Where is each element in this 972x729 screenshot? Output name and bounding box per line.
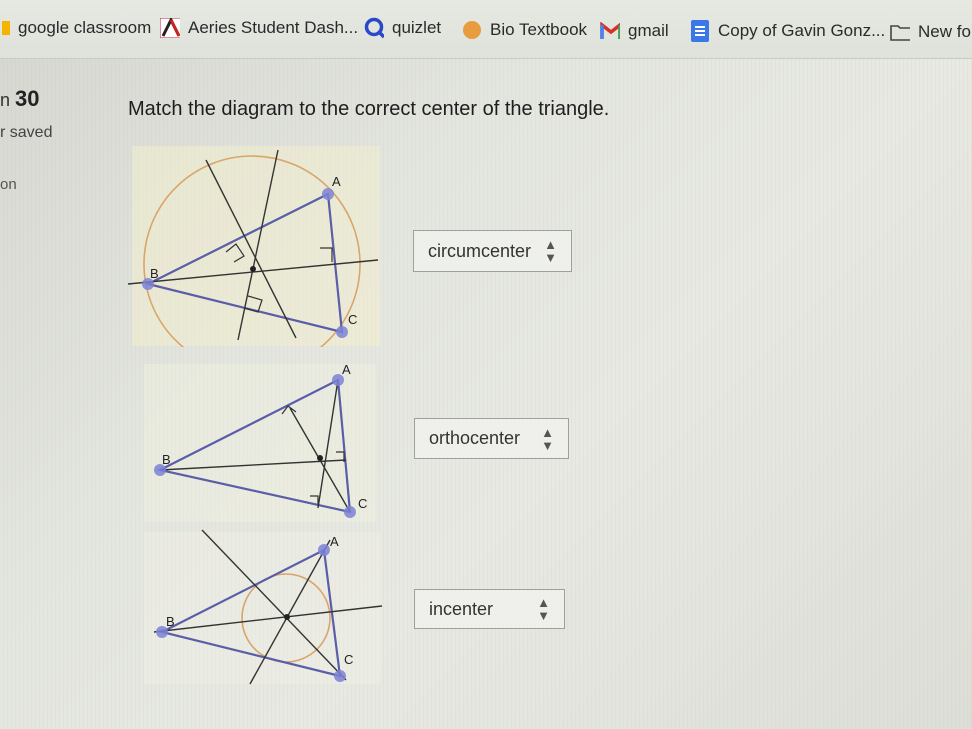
vertex-c-label: C	[358, 496, 367, 511]
bookmark-aeries[interactable]: Aeries Student Dash...	[160, 18, 358, 38]
answer-select-3[interactable]: incenter ▲ ▼	[414, 589, 565, 629]
classroom-icon	[2, 18, 10, 38]
quizlet-icon	[364, 17, 384, 39]
select-value: orthocenter	[429, 428, 521, 448]
bookmark-label: Bio Textbook	[490, 20, 588, 39]
bookmark-copy-of-gavin[interactable]: Copy of Gavin Gonz...	[690, 20, 886, 42]
bookmark-gmail[interactable]: gmail	[600, 21, 669, 41]
bookmark-label: gmail	[628, 21, 669, 40]
vertex-a-label: A	[332, 174, 341, 189]
question-number-value: 30	[15, 86, 40, 111]
question-prefix: n	[0, 90, 16, 110]
aeries-icon	[160, 18, 180, 38]
select-value: incenter	[429, 598, 494, 619]
diagram-circumcenter: A B C	[127, 146, 380, 347]
docs-icon	[690, 20, 710, 42]
folder-icon	[890, 22, 910, 42]
gmail-icon	[600, 21, 620, 41]
vertex-b-label: B	[150, 266, 159, 281]
bookmark-label: Copy of Gavin Gonz...	[718, 21, 886, 40]
bookmark-label: New fol	[918, 22, 972, 41]
vertex-c-label: C	[344, 652, 353, 667]
bookmark-label: quizlet	[392, 18, 442, 37]
diagram-incenter: A B C	[144, 529, 383, 685]
side-text: on	[0, 176, 17, 193]
bookmark-new-folder[interactable]: New fol	[890, 22, 972, 42]
bookmark-label: google classroom	[18, 18, 152, 37]
select-value: circumcenter	[428, 240, 532, 261]
bookmark-bio-textbook[interactable]: Bio Textbook	[462, 20, 587, 40]
saved-status: r saved	[0, 124, 52, 142]
vertex-b-label: B	[162, 452, 171, 467]
question-number: n 30	[0, 86, 40, 112]
chevron-updown-icon: ▲ ▼	[537, 595, 550, 623]
vertex-b-label: B	[166, 614, 175, 629]
answer-select-2[interactable]: orthocenter ▲ ▼	[414, 418, 569, 459]
circle-icon	[462, 20, 482, 40]
answer-select-1[interactable]: circumcenter ▲ ▼	[413, 230, 572, 272]
vertex-a-label: A	[342, 362, 351, 377]
vertex-c-label: C	[348, 312, 357, 327]
saved-prefix: r	[0, 124, 10, 141]
chevron-updown-icon: ▲ ▼	[541, 424, 554, 453]
question-prompt: Match the diagram to the correct center …	[128, 98, 610, 120]
bookmark-label: Aeries Student Dash...	[188, 18, 359, 37]
diagram-orthocenter: A B C	[144, 362, 376, 522]
bookmark-quizlet[interactable]: quizlet	[364, 17, 442, 39]
chevron-updown-icon: ▲ ▼	[544, 237, 557, 265]
vertex-a-label: A	[330, 534, 339, 549]
bookmarks-bar: google classroom Aeries Student Dash... …	[0, 0, 972, 59]
saved-text: saved	[9, 124, 53, 141]
bookmark-google-classroom[interactable]: google classroom	[2, 18, 151, 38]
